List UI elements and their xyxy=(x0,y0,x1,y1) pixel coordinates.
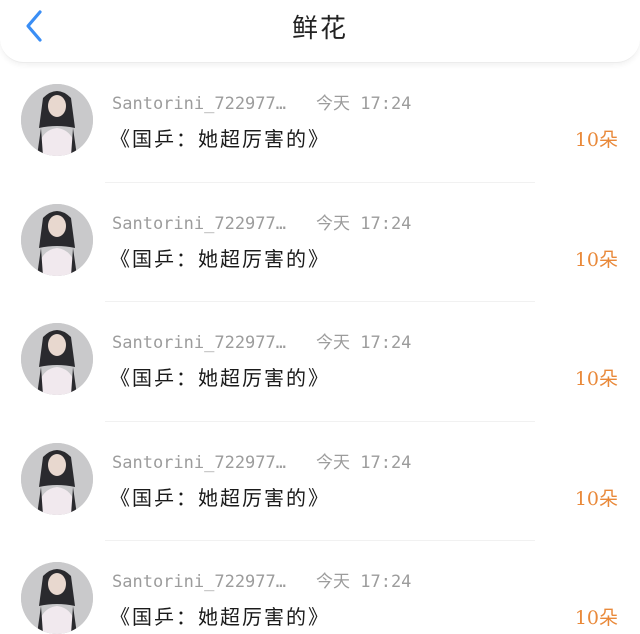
timestamp: 今天 17:24 xyxy=(316,452,412,473)
message-text: 《国乒：她超厉害的》 xyxy=(110,485,330,510)
timestamp: 今天 17:24 xyxy=(316,213,412,234)
avatar[interactable] xyxy=(21,323,93,395)
item-meta: Santorini_722977… 今天 17:24 xyxy=(112,567,411,592)
gift-amount: 10朵 xyxy=(574,487,618,510)
item-meta: Santorini_722977… 今天 17:24 xyxy=(112,209,411,234)
list-item[interactable]: Santorini_722977… 今天 17:24 《国乒：她超厉害的》 10朵 xyxy=(0,183,640,302)
top-bar: 鲜花 xyxy=(0,0,640,63)
message-text: 《国乒：她超厉害的》 xyxy=(110,246,330,271)
gift-amount: 10朵 xyxy=(574,368,618,390)
username[interactable]: Santorini_722977… xyxy=(112,333,286,353)
avatar-photo-icon xyxy=(21,203,93,276)
avatar-photo-icon xyxy=(21,442,93,515)
gift-record-page: 鲜花 Santorini_722977… 今天 17:24 《国乒：她超厉害的》 … xyxy=(0,0,640,634)
gift-amount: 10朵 xyxy=(574,248,618,271)
message-text: 《国乒：她超厉害的》 xyxy=(110,605,330,629)
message-text: 《国乒：她超厉害的》 xyxy=(110,127,330,151)
avatar-photo-icon xyxy=(21,323,93,395)
avatar-photo-icon xyxy=(21,84,93,156)
list-item[interactable]: Santorini_722977… 今天 17:24 《国乒：她超厉害的》 10朵 xyxy=(0,541,640,634)
username[interactable]: Santorini_722977… xyxy=(112,572,286,592)
page-title: 鲜花 xyxy=(291,14,348,44)
timestamp: 今天 17:24 xyxy=(316,333,412,353)
record-list[interactable]: Santorini_722977… 今天 17:24 《国乒：她超厉害的》 10朵… xyxy=(0,63,640,634)
item-meta: Santorini_722977… 今天 17:24 xyxy=(112,448,411,473)
list-item[interactable]: Santorini_722977… 今天 17:24 《国乒：她超厉害的》 10朵 xyxy=(0,63,640,183)
username[interactable]: Santorini_722977… xyxy=(112,453,286,473)
list-item[interactable]: Santorini_722977… 今天 17:24 《国乒：她超厉害的》 10朵 xyxy=(0,422,640,541)
username[interactable]: Santorini_722977… xyxy=(112,214,286,234)
gift-amount: 10朵 xyxy=(574,607,618,629)
message-text: 《国乒：她超厉害的》 xyxy=(110,366,330,390)
item-meta: Santorini_722977… 今天 17:24 xyxy=(112,89,411,114)
username[interactable]: Santorini_722977… xyxy=(112,94,286,114)
avatar[interactable] xyxy=(21,562,93,634)
avatar[interactable] xyxy=(21,203,93,276)
timestamp: 今天 17:24 xyxy=(316,572,412,592)
avatar[interactable] xyxy=(21,442,93,515)
avatar[interactable] xyxy=(21,84,93,156)
item-meta: Santorini_722977… 今天 17:24 xyxy=(112,328,411,353)
list-item[interactable]: Santorini_722977… 今天 17:24 《国乒：她超厉害的》 10朵 xyxy=(0,302,640,422)
avatar-photo-icon xyxy=(21,562,93,634)
timestamp: 今天 17:24 xyxy=(316,94,412,114)
gift-amount: 10朵 xyxy=(574,129,618,151)
